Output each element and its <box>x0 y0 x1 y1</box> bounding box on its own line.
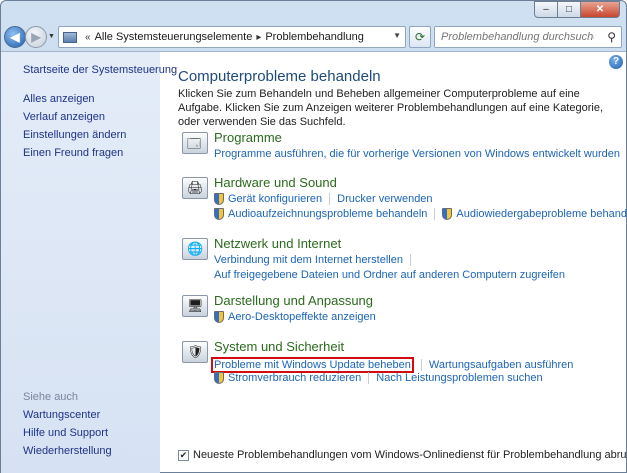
window-controls: – □ ✕ <box>534 1 620 18</box>
breadcrumb-troubleshooting[interactable]: Problembehandlung <box>265 31 363 43</box>
see-also-recovery[interactable]: Wiederherstellung <box>23 445 112 457</box>
sidebar-home-link[interactable]: Startseite der Systemsteuerung <box>23 64 177 76</box>
help-icon[interactable]: ? <box>609 55 623 69</box>
link-reduce-power[interactable]: Stromverbrauch reduzieren <box>228 372 361 384</box>
link-audio-playback[interactable]: Audiowiedergabeprobleme behandeln <box>456 208 627 220</box>
category-title-appearance[interactable]: Darstellung und Anpassung <box>214 293 373 308</box>
category-title-network[interactable]: Netzwerk und Internet <box>214 236 341 251</box>
sidebar-item-settings[interactable]: Einstellungen ändern <box>23 129 126 141</box>
appearance-icon[interactable]: 🖥 <box>182 295 208 317</box>
breadcrumb-all-items[interactable]: Alle Systemsteuerungselemente <box>95 31 253 43</box>
back-button[interactable]: ◀ <box>4 26 26 48</box>
maximize-button[interactable]: □ <box>557 1 581 18</box>
page-title: Computerprobleme behandeln <box>178 68 381 85</box>
link-run-old-programs[interactable]: Programme ausführen, die für vorherige V… <box>214 148 620 160</box>
recent-pages-dropdown-icon[interactable]: ▼ <box>48 33 55 40</box>
see-also-help-support[interactable]: Hilfe und Support <box>23 427 108 439</box>
search-icon[interactable]: ⚲ <box>607 30 616 44</box>
content-area: Startseite der Systemsteuerung Alles anz… <box>1 51 627 473</box>
link-performance-problems[interactable]: Nach Leistungsproblemen suchen <box>376 372 542 384</box>
online-troubleshooting-option: ✔ Neueste Problembehandlungen vom Window… <box>178 449 627 461</box>
forward-arrow-icon: ▶ <box>31 30 41 44</box>
address-overflow[interactable]: « <box>85 32 91 43</box>
hardware-sound-icon[interactable]: 🖨 <box>182 177 208 199</box>
admin-shield-icon <box>214 208 224 220</box>
admin-shield-icon <box>214 193 224 205</box>
sidebar: Startseite der Systemsteuerung Alles anz… <box>1 52 177 473</box>
link-shared-folders[interactable]: Auf freigegebene Dateien und Ordner auf … <box>214 269 565 281</box>
link-use-printer[interactable]: Drucker verwenden <box>337 193 432 205</box>
refresh-button[interactable]: ⟳ <box>409 26 431 48</box>
search-input[interactable] <box>435 27 600 47</box>
forward-button[interactable]: ▶ <box>25 26 47 48</box>
refresh-icon: ⟳ <box>414 30 426 44</box>
admin-shield-icon <box>214 372 224 384</box>
link-audio-recording[interactable]: Audioaufzeichnungsprobleme behandeln <box>228 208 427 220</box>
link-maintenance-tasks[interactable]: Wartungsaufgaben ausführen <box>429 359 574 371</box>
sidebar-item-show-all[interactable]: Alles anzeigen <box>23 93 95 105</box>
close-button[interactable]: ✕ <box>580 1 620 18</box>
sidebar-item-ask-friend[interactable]: Einen Freund fragen <box>23 147 123 159</box>
admin-shield-icon <box>214 311 224 323</box>
control-panel-icon <box>63 31 77 43</box>
main-panel: ? Computerprobleme behandeln Klicken Sie… <box>160 52 627 473</box>
link-aero-effects[interactable]: Aero-Desktopeffekte anzeigen <box>228 311 376 323</box>
online-troubleshooting-label[interactable]: Neueste Problembehandlungen vom Windows-… <box>193 449 627 461</box>
sidebar-item-history[interactable]: Verlauf anzeigen <box>23 111 105 123</box>
category-title-system[interactable]: System und Sicherheit <box>214 339 344 354</box>
programs-icon[interactable]: 🗔 <box>182 132 208 154</box>
online-troubleshooting-checkbox[interactable]: ✔ <box>178 449 189 461</box>
system-security-icon[interactable]: 🛡 <box>182 341 208 363</box>
navigation-bar: ◀ ▶ ▼ « Alle Systemsteuerungselemente ▸ … <box>1 23 626 51</box>
minimize-button[interactable]: – <box>534 1 558 18</box>
page-description: Klicken Sie zum Behandeln und Beheben al… <box>178 88 603 128</box>
see-also-heading: Siehe auch <box>23 391 79 403</box>
address-bar[interactable]: « Alle Systemsteuerungselemente ▸ Proble… <box>58 26 406 48</box>
explorer-window: – □ ✕ ◀ ▶ ▼ « Alle Systemsteuerungseleme… <box>0 0 627 473</box>
back-arrow-icon: ◀ <box>10 30 20 44</box>
category-title-hardware[interactable]: Hardware und Sound <box>214 175 337 190</box>
title-bar: – □ ✕ <box>1 1 626 23</box>
search-box[interactable]: ⚲ <box>434 26 622 48</box>
breadcrumb-separator-icon[interactable]: ▸ <box>256 32 261 43</box>
admin-shield-icon <box>442 208 453 220</box>
network-icon[interactable]: 🌐 <box>182 238 208 260</box>
category-title-programs[interactable]: Programme <box>214 130 282 145</box>
address-dropdown-icon[interactable]: ▼ <box>393 31 401 40</box>
link-windows-update-highlighted[interactable]: Probleme mit Windows Update beheben <box>211 357 414 373</box>
link-connect-internet[interactable]: Verbindung mit dem Internet herstellen <box>214 254 403 266</box>
see-also-action-center[interactable]: Wartungscenter <box>23 409 100 421</box>
link-configure-device[interactable]: Gerät konfigurieren <box>228 193 322 205</box>
